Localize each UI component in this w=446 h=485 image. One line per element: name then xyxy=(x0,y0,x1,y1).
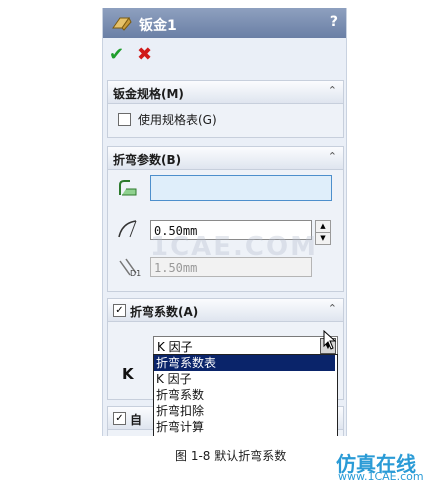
section-title: 自 xyxy=(130,413,143,427)
selected-value: K 因子 xyxy=(157,340,193,354)
section-title: 折弯系数(A) xyxy=(130,305,199,319)
use-gauge-table-label: 使用规格表(G) xyxy=(138,113,217,127)
section-header[interactable]: 折弯参数(B) ⌃ xyxy=(108,147,343,170)
figure-caption: 图 1-8 默认折弯系数 xyxy=(175,449,287,463)
sheet-metal-gauges-section: 钣金规格(M) ⌃ 使用规格表(G) xyxy=(107,80,344,138)
option-bend-allowance[interactable]: 折弯系数 xyxy=(154,387,335,403)
use-gauge-table-checkbox[interactable] xyxy=(118,113,131,126)
bend-parameters-section: 折弯参数(B) ⌃ 0.50mm ▲ ▼ D1 1.50mm xyxy=(107,146,344,292)
bend-allowance-options-list: 折弯系数表 K 因子 折弯系数 折弯扣除 折弯计算 xyxy=(153,354,338,436)
section-header[interactable]: 钣金规格(M) ⌃ xyxy=(108,81,343,104)
fixed-face-icon xyxy=(119,180,137,196)
option-bend-deduction[interactable]: 折弯扣除 xyxy=(154,403,335,419)
sheet-metal-icon xyxy=(112,17,132,31)
bend-allowance-type-select[interactable]: K 因子 ▼ xyxy=(153,336,338,356)
k-label: K xyxy=(122,365,134,383)
section-title: 钣金规格(M) xyxy=(113,87,184,101)
section-title: 折弯参数(B) xyxy=(113,153,182,167)
option-k-factor[interactable]: K 因子 xyxy=(154,371,335,387)
title-bar: 钣金1 ? xyxy=(103,8,346,38)
option-bend-calculation[interactable]: 折弯计算 xyxy=(154,419,335,435)
collapse-icon[interactable]: ⌃ xyxy=(328,84,337,97)
option-bend-table[interactable]: 折弯系数表 xyxy=(154,355,335,371)
ok-button[interactable]: ✔ xyxy=(109,44,124,65)
bend-allowance-checkbox[interactable]: ✓ xyxy=(113,304,126,317)
watermark-url: www.1CAE.com xyxy=(338,470,424,483)
center-watermark: 1CAE.COM xyxy=(150,232,318,262)
collapse-icon[interactable]: ⌃ xyxy=(328,302,337,315)
window-title: 钣金1 xyxy=(139,18,177,34)
fixed-face-field[interactable] xyxy=(150,175,332,201)
bend-radius-icon xyxy=(118,220,137,238)
next-section-checkbox[interactable]: ✓ xyxy=(113,412,126,425)
cancel-button[interactable]: ✖ xyxy=(137,44,152,65)
mouse-cursor-icon xyxy=(323,330,337,350)
collapse-icon[interactable]: ⌃ xyxy=(328,150,337,163)
bend-allowance-section: ✓ 折弯系数(A) ⌃ K 因子 ▼ K 折弯系数表 K 因子 折弯系数 折弯扣… xyxy=(107,298,344,436)
thickness-symbol: D1 xyxy=(130,269,142,278)
help-button[interactable]: ? xyxy=(330,14,338,30)
property-manager-panel: 钣金1 ? ✔ ✖ 钣金规格(M) ⌃ 使用规格表(G) 折弯参数(B) ⌃ 0… xyxy=(102,8,347,436)
section-header[interactable]: ✓ 折弯系数(A) ⌃ xyxy=(108,299,343,322)
